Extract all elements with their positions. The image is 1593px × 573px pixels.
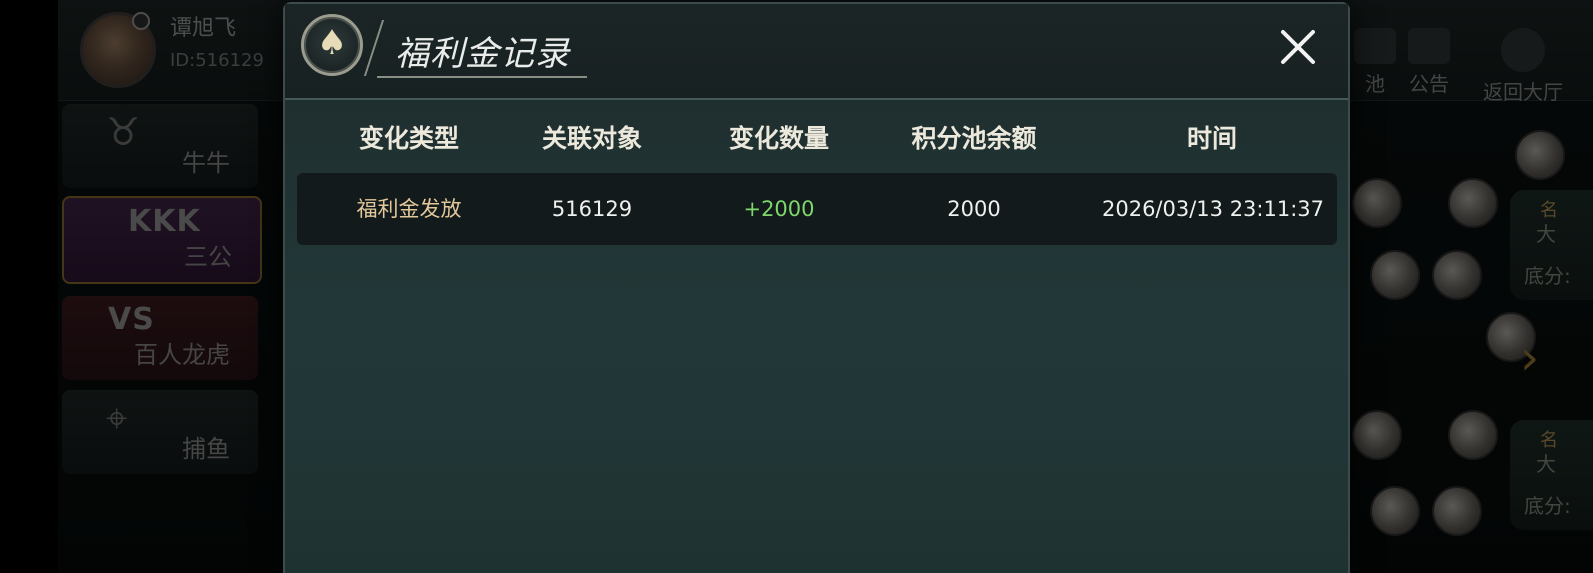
- side-item-dragon-tiger[interactable]: VS 百人龙虎: [62, 296, 258, 380]
- player-avatar[interactable]: [1432, 250, 1482, 300]
- column-header: 变化类型: [358, 124, 459, 153]
- player-avatar[interactable]: [1370, 486, 1420, 536]
- notice-button-label: 公告: [1409, 72, 1449, 96]
- bull-icon: ♉: [106, 110, 141, 154]
- column-header: 时间: [1186, 124, 1237, 153]
- welfare-record-dialog: ♠ 福利金记录 变化类型 关联对象 变化数量 积分池余额 时间 福利金发放 51…: [283, 2, 1350, 573]
- side-item-fishing[interactable]: ⌖ 捕鱼: [62, 390, 258, 474]
- notice-icon: [1408, 28, 1450, 64]
- pool-button-label: 池: [1365, 72, 1385, 96]
- spade-icon: ♠: [316, 23, 348, 63]
- side-item-label: 捕鱼: [182, 435, 230, 463]
- room-card-name: 大: [1536, 222, 1556, 246]
- close-button[interactable]: [1275, 24, 1321, 70]
- dialog-header: ♠ 福利金记录: [285, 4, 1348, 100]
- cell-target: 516129: [551, 197, 633, 221]
- side-item-big-text: KKK: [128, 204, 201, 239]
- back-to-lobby-button[interactable]: 返回大厅: [1478, 28, 1568, 105]
- side-item-label: 百人龙虎: [134, 341, 230, 369]
- side-item-sangong[interactable]: KKK 三公: [62, 196, 262, 284]
- chevron-right-icon[interactable]: ›: [1520, 330, 1539, 386]
- player-avatar[interactable]: [1448, 410, 1498, 460]
- spade-badge: ♠: [301, 14, 363, 76]
- player-avatar[interactable]: [1515, 130, 1565, 180]
- dialog-title: 福利金记录: [395, 34, 570, 74]
- crosshair-icon: ⌖: [106, 396, 128, 440]
- column-header: 积分池余额: [911, 124, 1037, 153]
- column-header: 变化数量: [728, 124, 829, 153]
- avatar-badge-icon: [132, 12, 150, 30]
- screen: 谭旭飞 ID:516129 ♉ 牛牛 KKK 三公 VS 百人龙虎 ⌖ 捕鱼 池…: [0, 0, 1593, 573]
- room-card[interactable]: 名 大 底分:: [1510, 420, 1593, 530]
- back-arrow-icon: [1501, 28, 1545, 72]
- player-avatar[interactable]: [1370, 250, 1420, 300]
- table-header: 变化类型 关联对象 变化数量 积分池余额 时间: [297, 114, 1337, 164]
- room-card[interactable]: 名 大 底分:: [1510, 190, 1593, 300]
- title-plate: 福利金记录: [377, 20, 587, 78]
- pool-icon: [1354, 28, 1396, 64]
- side-item-big-text: VS: [108, 302, 155, 337]
- user-id: ID:516129: [170, 50, 264, 71]
- cell-balance: 2000: [947, 197, 1001, 221]
- side-item-label: 牛牛: [182, 149, 230, 177]
- side-item-niuniu[interactable]: ♉ 牛牛: [62, 104, 258, 188]
- player-avatar[interactable]: [1352, 178, 1402, 228]
- player-avatar[interactable]: [1448, 178, 1498, 228]
- back-to-lobby-label: 返回大厅: [1483, 80, 1563, 104]
- room-card-base: 底分:: [1524, 264, 1571, 288]
- cell-amount: +2000: [743, 197, 815, 221]
- user-name: 谭旭飞: [170, 16, 237, 41]
- player-avatar[interactable]: [1432, 486, 1482, 536]
- column-header: 关联对象: [541, 124, 642, 153]
- cell-change-type: 福利金发放: [356, 197, 462, 221]
- table-row[interactable]: 福利金发放 516129 +2000 2000 2026/03/13 23:11…: [297, 173, 1337, 245]
- notice-button[interactable]: 公告: [1394, 28, 1464, 97]
- player-avatar[interactable]: [1352, 410, 1402, 460]
- room-card-base: 底分:: [1524, 494, 1571, 518]
- close-icon: [1281, 30, 1315, 64]
- side-item-label: 三公: [184, 243, 232, 271]
- cell-time: 2026/03/13 23:11:37: [1101, 197, 1325, 221]
- room-card-name: 大: [1536, 452, 1556, 476]
